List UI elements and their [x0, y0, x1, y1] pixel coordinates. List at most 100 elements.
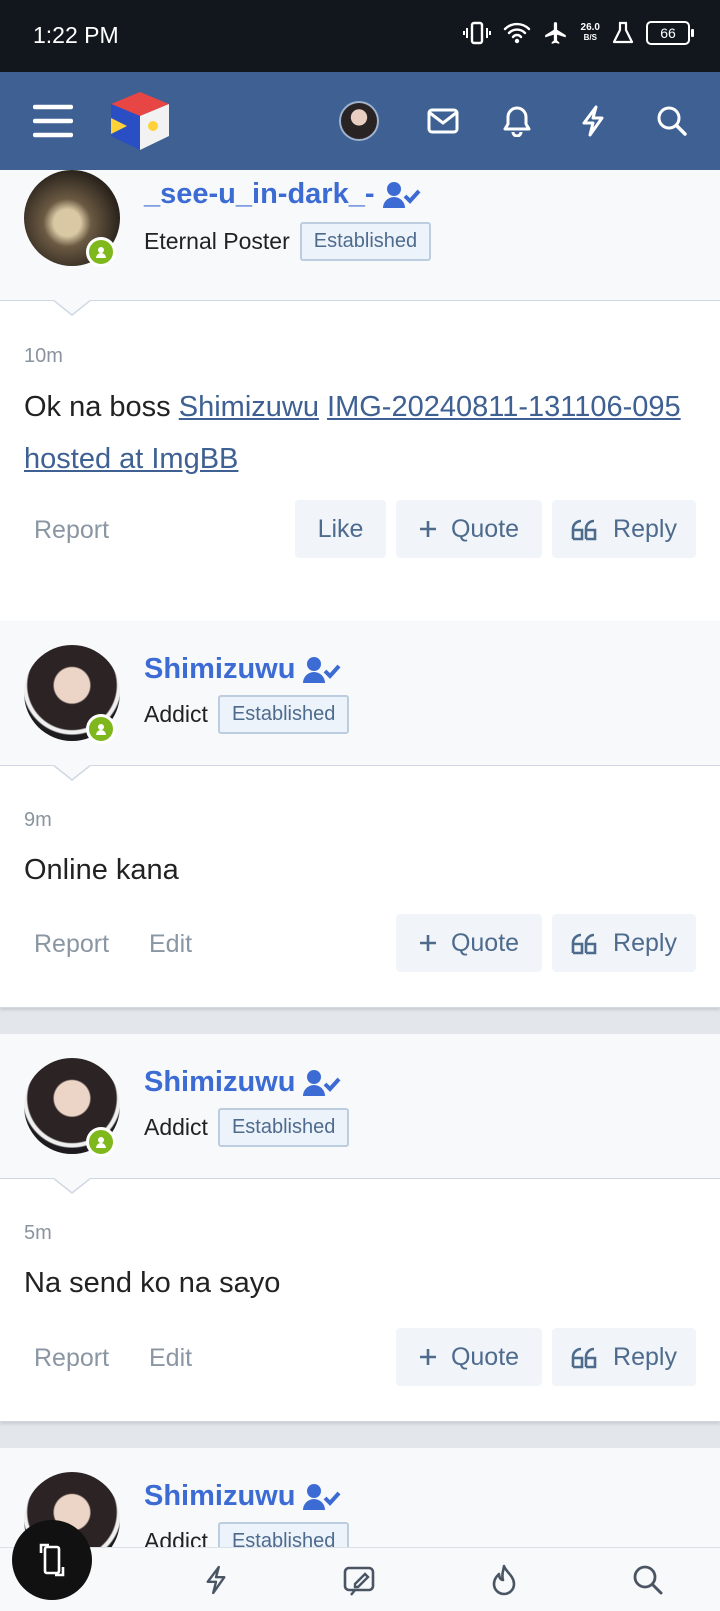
post-username[interactable]: _see-u_in-dark_-: [144, 178, 421, 211]
bolt-icon: [582, 105, 604, 137]
like-label: Like: [317, 514, 364, 543]
report-link[interactable]: Report: [34, 1344, 109, 1373]
bottom-whats-new[interactable]: [186, 1548, 246, 1611]
status-icons: 26.0 B/S 66: [462, 20, 694, 46]
report-link[interactable]: Report: [34, 516, 109, 545]
quote-label: Quote: [450, 514, 520, 543]
whats-new-button[interactable]: [568, 72, 618, 170]
reply-label: Reply: [613, 1342, 677, 1371]
alerts-button[interactable]: [492, 72, 542, 170]
wifi-icon: [503, 22, 530, 44]
post: Shimizuwu Addict Established 9m Online k…: [0, 621, 720, 1008]
plus-icon: [419, 521, 436, 537]
quote-button[interactable]: Quote: [396, 500, 542, 558]
edit-link[interactable]: Edit: [149, 930, 192, 959]
bell-icon: [503, 106, 531, 137]
user-check-icon: [303, 1069, 341, 1096]
mention-link[interactable]: Shimizuwu: [179, 391, 319, 423]
net-speed-value: 26.0: [580, 22, 600, 33]
flask-icon: [612, 21, 634, 44]
report-link[interactable]: Report: [34, 930, 109, 959]
airplane-icon: [544, 22, 566, 44]
bottom-search[interactable]: [618, 1548, 678, 1611]
user-avatar: [339, 101, 379, 141]
reply-label: Reply: [613, 514, 677, 543]
user-check-icon: [303, 656, 341, 683]
mail-icon: [427, 108, 459, 134]
user-title-text: Addict: [144, 1114, 208, 1140]
header-notch: [52, 299, 92, 316]
edit-link[interactable]: Edit: [149, 1344, 192, 1373]
post-body: Na send ko na sayo: [24, 1267, 281, 1299]
thread-feed: _see-u_in-dark_- Eternal Poster Establis…: [0, 170, 720, 1550]
username-text[interactable]: _see-u_in-dark_-: [144, 178, 375, 211]
bottom-trending[interactable]: [474, 1548, 534, 1611]
bottom-compose[interactable]: [330, 1548, 390, 1611]
net-speed: 26.0 B/S: [581, 23, 600, 43]
user-title-text: Eternal Poster: [144, 228, 290, 254]
post-body: Ok na boss Shimizuwu IMG-20240811-131106…: [24, 381, 686, 485]
post-header: Shimizuwu Addict Established: [0, 621, 720, 781]
net-speed-unit: B/S: [583, 33, 597, 42]
menu-button[interactable]: [22, 72, 84, 170]
quote-button[interactable]: Quote: [396, 1328, 542, 1386]
username-text[interactable]: Shimizuwu: [144, 1066, 295, 1099]
search-button[interactable]: [646, 72, 698, 170]
menu-icon: [33, 104, 73, 138]
post-header: Shimizuwu Addict Established: [0, 1448, 720, 1550]
reply-button[interactable]: Reply: [552, 500, 696, 558]
post-time[interactable]: 9m: [24, 809, 52, 832]
account-button[interactable]: [336, 72, 382, 170]
reply-quote-icon: [571, 933, 597, 955]
reply-button[interactable]: Reply: [552, 914, 696, 972]
post-header: Shimizuwu Addict Established: [0, 1034, 720, 1194]
rotate-icon: [39, 1543, 65, 1577]
post-username[interactable]: Shimizuwu: [144, 1066, 341, 1099]
battery-level: 66: [660, 25, 676, 41]
user-badge: Established: [217, 1522, 350, 1550]
online-indicator: [86, 237, 116, 267]
header-notch: [52, 1177, 92, 1194]
user-check-icon: [382, 181, 420, 208]
plus-icon: [419, 935, 436, 951]
user-title: Eternal Poster Established: [144, 222, 432, 261]
quote-button[interactable]: Quote: [396, 914, 542, 972]
username-text[interactable]: Shimizuwu: [144, 653, 295, 686]
post: Shimizuwu Addict Established 5m Na send …: [0, 1034, 720, 1422]
reply-quote-icon: [571, 1347, 597, 1369]
post: Shimizuwu Addict Established: [0, 1448, 720, 1550]
online-indicator: [86, 714, 116, 744]
bottom-tab-bar: [0, 1547, 720, 1611]
plus-icon: [419, 1349, 436, 1365]
status-time: 1:22 PM: [33, 22, 119, 48]
post-username[interactable]: Shimizuwu: [144, 1480, 341, 1513]
user-online-icon: [96, 1137, 106, 1148]
compose-icon: [343, 1566, 375, 1596]
reply-quote-icon: [571, 519, 597, 541]
user-title: Addict Established: [144, 695, 350, 734]
bolt-icon: [206, 1565, 226, 1595]
post-time[interactable]: 5m: [24, 1222, 52, 1245]
reply-button[interactable]: Reply: [552, 1328, 696, 1386]
reply-label: Reply: [613, 928, 677, 957]
floating-rotate-button[interactable]: [12, 1520, 92, 1600]
battery-icon: 66: [646, 21, 694, 45]
header-notch: [52, 764, 92, 781]
search-icon: [633, 1565, 663, 1595]
vibrate-icon: [462, 21, 491, 45]
user-title: Addict Established: [144, 1108, 350, 1147]
user-badge: Established: [217, 695, 350, 734]
online-indicator: [86, 1127, 116, 1157]
cube-logo-icon: [111, 92, 169, 150]
user-online-icon: [96, 247, 106, 258]
like-button[interactable]: Like: [295, 500, 386, 558]
fire-icon: [492, 1564, 516, 1596]
post-time[interactable]: 10m: [24, 345, 63, 368]
quote-label: Quote: [450, 928, 520, 957]
post-username[interactable]: Shimizuwu: [144, 653, 341, 686]
site-logo[interactable]: [104, 72, 176, 170]
quote-label: Quote: [450, 1342, 520, 1371]
top-navbar: [0, 72, 720, 170]
inbox-button[interactable]: [418, 72, 468, 170]
username-text[interactable]: Shimizuwu: [144, 1480, 295, 1513]
